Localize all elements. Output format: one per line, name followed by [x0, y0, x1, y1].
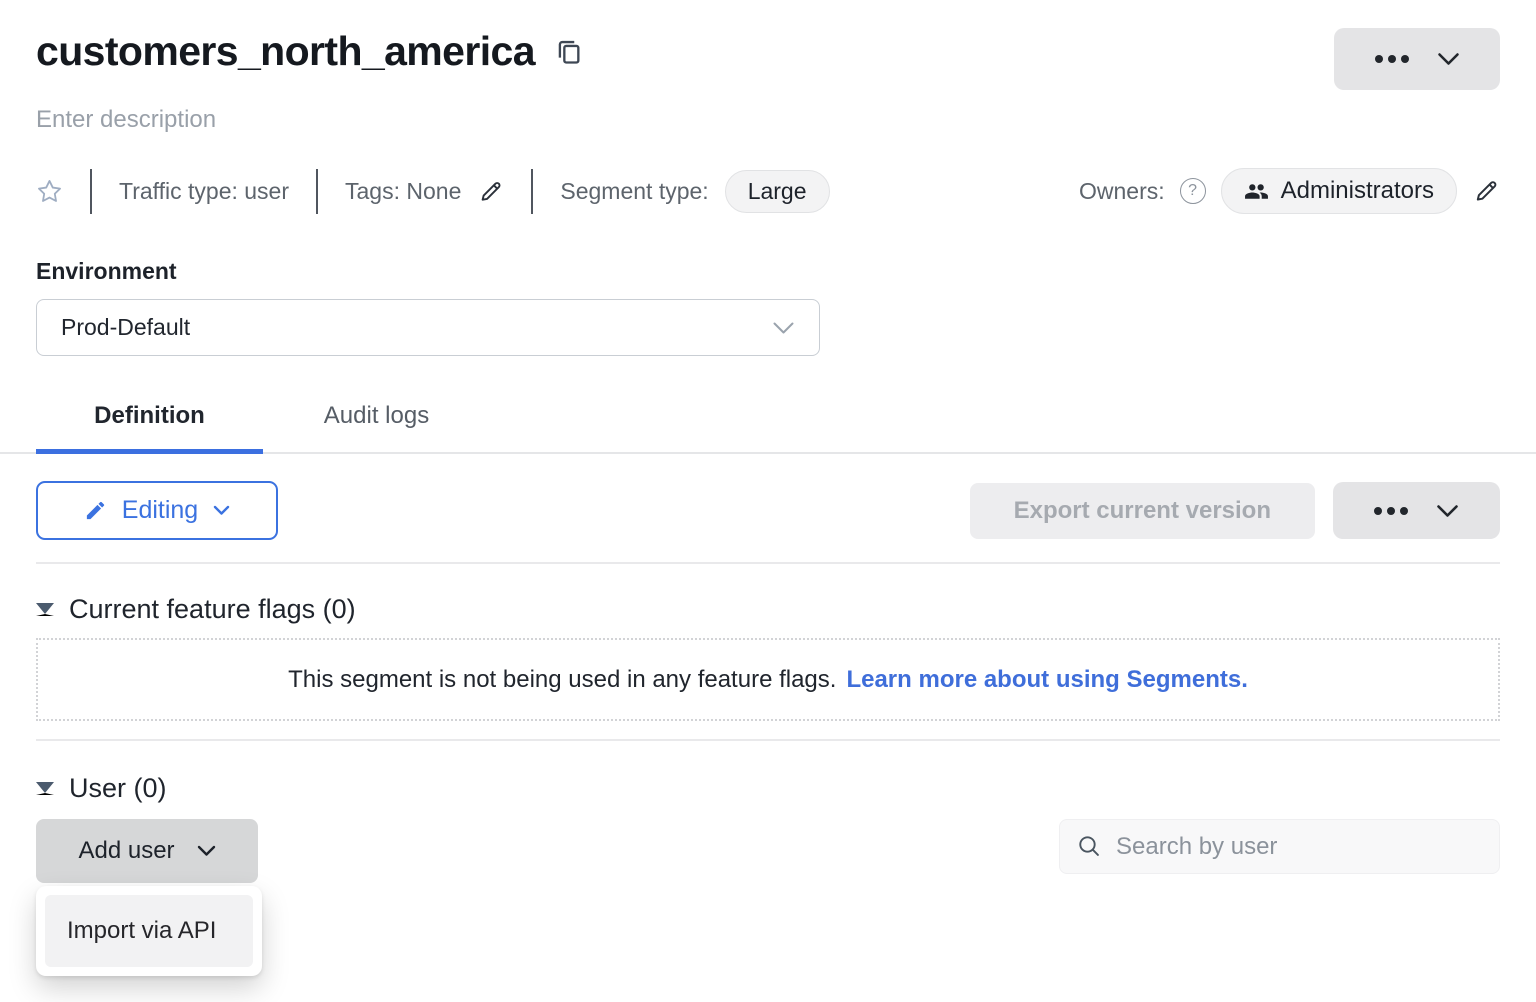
pencil-icon [84, 499, 107, 522]
ellipsis-icon [1374, 507, 1408, 515]
owners-value: Administrators [1281, 177, 1434, 205]
export-current-version-button[interactable]: Export current version [970, 483, 1315, 539]
owners-label: Owners: [1079, 178, 1165, 205]
section-divider [36, 562, 1500, 564]
star-icon [36, 178, 63, 205]
ellipsis-icon [1375, 55, 1409, 63]
environment-selected-value: Prod-Default [61, 314, 190, 341]
traffic-type-label: Traffic type: user [119, 178, 289, 205]
edit-owners-button[interactable] [1472, 177, 1500, 205]
vertical-divider [90, 169, 92, 214]
feature-flags-section-header: Current feature flags (0) [36, 594, 1500, 625]
user-section-header: User (0) [36, 773, 1500, 804]
pencil-icon [1472, 177, 1500, 205]
definition-more-button[interactable] [1333, 482, 1500, 539]
empty-state-text: This segment is not being used in any fe… [288, 666, 836, 694]
search-icon [1076, 833, 1103, 860]
chevron-down-icon [1436, 504, 1459, 518]
section-divider [36, 739, 1500, 741]
meta-row: Traffic type: user Tags: None Segment ty… [36, 168, 1500, 214]
favorite-star-button[interactable] [36, 178, 63, 205]
environment-label: Environment [36, 258, 1500, 285]
user-controls: Add user Import via API [36, 819, 1500, 883]
copy-name-button[interactable] [555, 38, 583, 66]
environment-select[interactable]: Prod-Default [36, 299, 820, 356]
owners-help-icon[interactable]: ? [1180, 178, 1206, 204]
editing-status-dropdown[interactable]: Editing [36, 481, 278, 540]
chevron-down-icon [1437, 52, 1460, 66]
chevron-down-icon [213, 505, 230, 516]
add-user-button[interactable]: Add user [36, 819, 258, 883]
editing-label: Editing [122, 496, 198, 525]
copy-icon [555, 38, 583, 66]
chevron-down-icon [197, 845, 216, 857]
page-header: customers_north_america Enter descriptio… [0, 0, 1536, 356]
people-icon [1244, 179, 1269, 204]
tags-label: Tags: None [345, 178, 461, 205]
owners-chip: Administrators [1221, 168, 1457, 214]
pencil-icon [477, 178, 504, 205]
feature-flags-empty-state: This segment is not being used in any fe… [36, 638, 1500, 721]
learn-more-link[interactable]: Learn more about using Segments. [846, 666, 1247, 694]
edit-tags-button[interactable] [477, 178, 504, 205]
segment-type-badge: Large [725, 170, 830, 213]
description-input[interactable]: Enter description [36, 106, 1500, 134]
user-heading: User (0) [69, 773, 167, 804]
feature-flags-heading: Current feature flags (0) [69, 594, 356, 625]
chevron-down-icon [772, 321, 795, 335]
collapse-caret-icon[interactable] [36, 782, 54, 795]
tab-definition[interactable]: Definition [36, 402, 263, 452]
vertical-divider [531, 169, 533, 214]
tab-audit-logs[interactable]: Audit logs [263, 402, 490, 452]
collapse-caret-icon[interactable] [36, 603, 54, 616]
vertical-divider [316, 169, 318, 214]
add-user-label: Add user [78, 837, 174, 865]
menu-item-import-via-api[interactable]: Import via API [45, 895, 253, 967]
segment-type-label: Segment type: [560, 178, 708, 205]
user-search-box [1059, 819, 1500, 874]
user-search-input[interactable] [1114, 832, 1489, 862]
tab-bar: Definition Audit logs [0, 402, 1536, 454]
definition-toolbar: Editing Export current version [36, 481, 1500, 540]
header-more-button[interactable] [1334, 28, 1500, 90]
page-title: customers_north_america [36, 28, 535, 75]
add-user-menu: Import via API [36, 886, 262, 976]
